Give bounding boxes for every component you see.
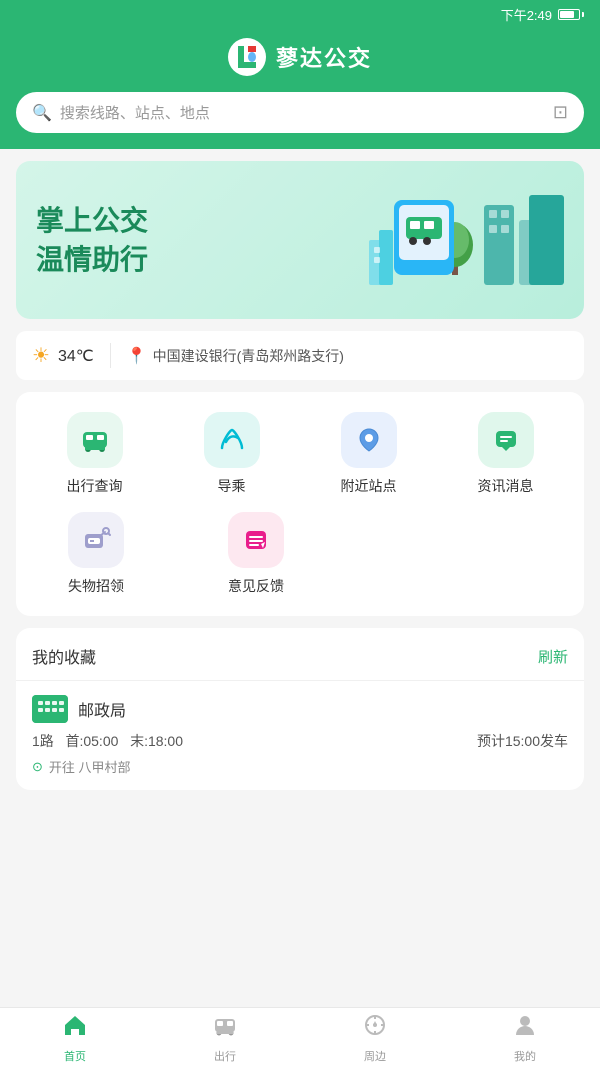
sub-info-text: 开往 八甲村部 <box>49 757 131 776</box>
route-times: 1路 首:05:00 末:18:00 <box>32 731 183 751</box>
menu-label-feedback: 意见反馈 <box>228 576 284 596</box>
nav-item-mine[interactable]: 我的 <box>450 1008 600 1067</box>
scan-icon[interactable]: ⊡ <box>553 102 568 123</box>
menu-label-nearby: 附近站点 <box>341 476 397 496</box>
sun-icon: ☀ <box>32 343 50 368</box>
status-time: 下午2:49 <box>501 5 552 24</box>
stop-name: 邮政局 <box>78 697 126 721</box>
route-info-row: 1路 首:05:00 末:18:00 预计15:00发车 <box>32 731 568 751</box>
banner-line1: 掌上公交 温情助行 <box>36 201 148 279</box>
menu-item-guide[interactable]: 导乘 <box>192 412 272 496</box>
menu-item-lost[interactable]: 失物招领 <box>56 512 136 596</box>
trip-icon-wrap <box>67 412 123 468</box>
favorites-header: 我的收藏 刷新 <box>16 628 584 681</box>
quick-menu: 出行查询 导乘 附近站点 <box>16 392 584 616</box>
bus-stop-icon <box>32 695 68 723</box>
lost-icon-wrap <box>68 512 124 568</box>
news-icon-wrap <box>478 412 534 468</box>
menu-label-news: 资讯消息 <box>478 476 534 496</box>
guide-icon-wrap <box>204 412 260 468</box>
app-header: 蓼达公交 <box>0 28 600 92</box>
app-title: 蓼达公交 <box>276 41 372 73</box>
favorites-section: 我的收藏 刷新 <box>16 628 584 790</box>
menu-item-news[interactable]: 资讯消息 <box>466 412 546 496</box>
menu-row-1: 出行查询 导乘 附近站点 <box>26 412 574 496</box>
nav-item-trip[interactable]: 出行 <box>150 1008 300 1067</box>
nearby-nav-icon <box>362 1012 388 1045</box>
nav-label-mine: 我的 <box>514 1048 536 1064</box>
direction-icon: ⊙ <box>32 759 43 775</box>
home-icon <box>62 1012 88 1045</box>
banner-illustration <box>344 185 564 295</box>
favorite-item[interactable]: 邮政局 1路 首:05:00 末:18:00 预计15:00发车 ⊙ 开往 八甲… <box>16 681 584 790</box>
weather-section: ☀ 34℃ <box>32 343 111 368</box>
nav-item-nearby[interactable]: 周边 <box>300 1008 450 1067</box>
temperature: 34℃ <box>58 346 94 366</box>
menu-row-2: 失物招领 意见反馈 <box>26 512 574 596</box>
nearby-icon-wrap <box>341 412 397 468</box>
nav-item-home[interactable]: 首页 <box>0 1008 150 1067</box>
favorites-title: 我的收藏 <box>32 644 96 668</box>
battery-icon <box>558 9 584 20</box>
menu-label-guide: 导乘 <box>218 476 246 496</box>
nav-label-nearby: 周边 <box>364 1048 386 1064</box>
nav-label-trip: 出行 <box>214 1048 236 1064</box>
departure-info: 预计15:00发车 <box>477 731 568 751</box>
menu-item-feedback[interactable]: 意见反馈 <box>216 512 296 596</box>
search-bar[interactable]: 🔍 搜索线路、站点、地点 ⊡ <box>16 92 584 133</box>
menu-item-nearby[interactable]: 附近站点 <box>329 412 409 496</box>
menu-label-trip: 出行查询 <box>67 476 123 496</box>
trip-nav-icon <box>212 1012 238 1045</box>
refresh-button[interactable]: 刷新 <box>538 646 568 667</box>
mine-nav-icon <box>512 1012 538 1045</box>
location-section: 📍 中国建设银行(青岛郑州路支行) <box>111 346 344 366</box>
app-logo <box>228 38 266 76</box>
menu-item-trip[interactable]: 出行查询 <box>55 412 135 496</box>
banner-text: 掌上公交 温情助行 <box>36 201 148 279</box>
bottom-nav: 首页 出行 周边 <box>0 1007 600 1067</box>
location-icon: 📍 <box>127 346 147 366</box>
favorite-name-row: 邮政局 <box>32 695 568 723</box>
feedback-icon-wrap <box>228 512 284 568</box>
search-icon: 🔍 <box>32 103 52 123</box>
banner: 掌上公交 温情助行 <box>16 161 584 319</box>
nav-label-home: 首页 <box>64 1048 86 1064</box>
info-bar: ☀ 34℃ 📍 中国建设银行(青岛郑州路支行) <box>16 331 584 380</box>
status-bar: 下午2:49 <box>0 0 600 28</box>
menu-label-lost: 失物招领 <box>68 576 124 596</box>
search-container: 🔍 搜索线路、站点、地点 ⊡ <box>0 92 600 149</box>
sub-info-row: ⊙ 开往 八甲村部 <box>32 757 568 776</box>
location-text: 中国建设银行(青岛郑州路支行) <box>153 346 344 366</box>
search-placeholder: 搜索线路、站点、地点 <box>60 102 545 123</box>
